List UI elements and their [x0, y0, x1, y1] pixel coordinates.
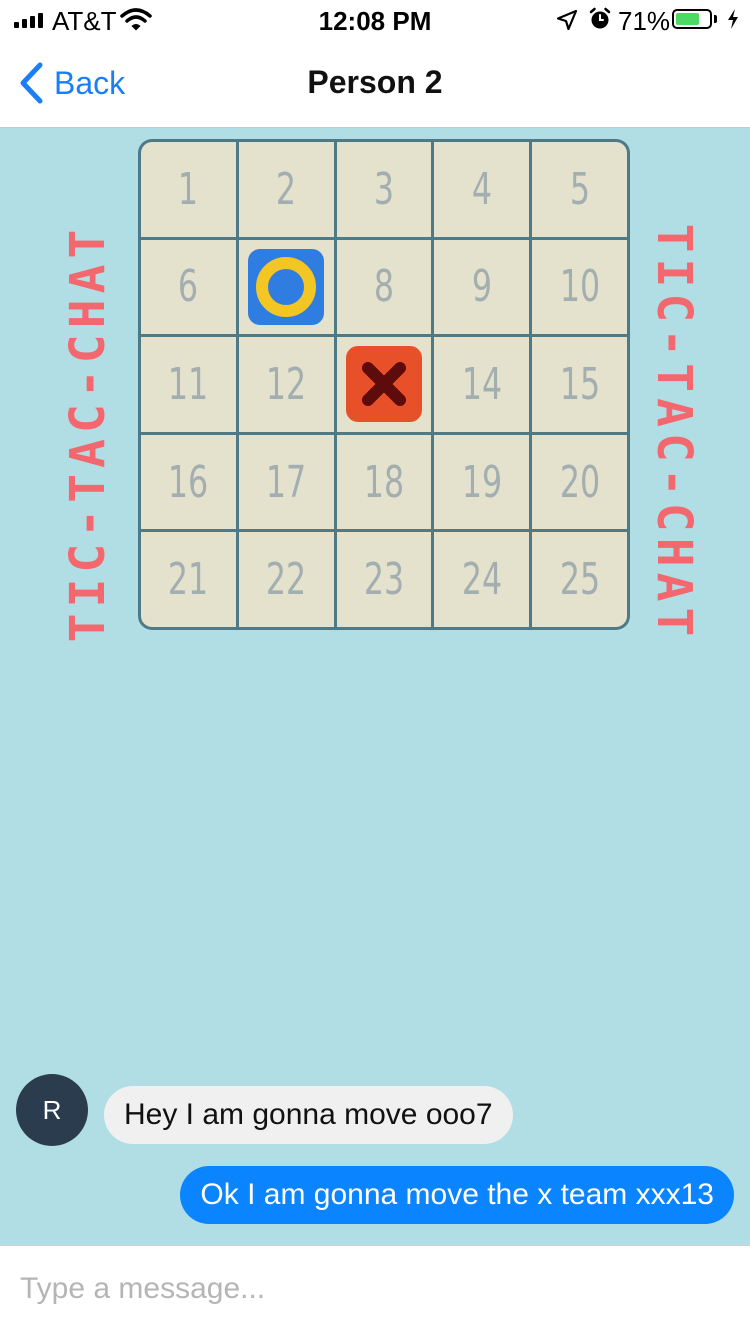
battery-cap: [714, 15, 717, 23]
board-cell-number: 3: [373, 163, 395, 215]
location-arrow-icon: [556, 9, 578, 31]
board-cell-number: 4: [471, 163, 492, 215]
chat-area[interactable]: TIC-TAC-CHAT TIC-TAC-CHAT 1 2 3 4 5 6 8 9 10 11 12…: [0, 128, 750, 1245]
x-piece-icon: [345, 346, 422, 423]
board-cell-23[interactable]: 23: [336, 532, 432, 627]
game-logo-right: TIC-TAC-CHAT: [646, 223, 702, 643]
board-cell-15[interactable]: 15: [532, 337, 627, 432]
board-cell-10[interactable]: 10: [532, 239, 627, 335]
board-cell-number: 1: [178, 163, 199, 215]
outgoing-message-bubble[interactable]: Ok I am gonna move the x team xxx13: [180, 1166, 734, 1224]
outgoing-message-text: Ok I am gonna move the x team xxx13: [200, 1178, 714, 1211]
board-cell-12[interactable]: 12: [238, 337, 334, 432]
board-cell-13[interactable]: [336, 337, 432, 432]
board-cell-number: 11: [168, 358, 209, 410]
board-cell-number: 21: [168, 554, 209, 606]
board-cell-14[interactable]: 14: [434, 337, 530, 432]
incoming-message-bubble[interactable]: Hey I am gonna move ooo7: [104, 1086, 513, 1144]
board-cell-7[interactable]: [238, 239, 334, 335]
board-cell-1[interactable]: 1: [141, 142, 236, 237]
message-input[interactable]: [20, 1266, 720, 1312]
avatar-initial: R: [42, 1094, 62, 1125]
battery-percent: 71%: [618, 6, 671, 36]
board-cell-number: 2: [276, 163, 297, 215]
navigation-bar: Back Person 2: [0, 40, 750, 128]
board-cell-25[interactable]: 25: [532, 532, 627, 627]
message-composer: [0, 1245, 750, 1335]
battery-level: [676, 13, 699, 25]
alarm-icon: [589, 7, 611, 29]
board-cell-11[interactable]: 11: [141, 337, 236, 432]
o-piece-icon: [248, 248, 325, 325]
avatar[interactable]: R: [16, 1074, 88, 1146]
board-cell-number: 9: [471, 261, 492, 313]
board-cell-19[interactable]: 19: [434, 434, 530, 530]
board-cell-4[interactable]: 4: [434, 142, 530, 237]
board-cell-20[interactable]: 20: [532, 434, 627, 530]
board-cell-21[interactable]: 21: [141, 532, 236, 627]
game-logo-left: TIC-TAC-CHAT: [60, 223, 116, 643]
board-cell-number: 5: [569, 163, 590, 215]
incoming-message-text: Hey I am gonna move ooo7: [124, 1098, 493, 1131]
board-cell-number: 16: [168, 456, 209, 508]
board-cell-number: 17: [266, 456, 307, 508]
battery-icon: [672, 9, 712, 29]
tic-tac-toe-board: 1 2 3 4 5 6 8 9 10 11 12 14 15 16 17 18 19 20 21 22 23 24 25: [138, 139, 630, 630]
status-bar: AT&T 12:08 PM 71%: [0, 0, 750, 40]
board-cell-number: 24: [461, 554, 502, 606]
board-cell-24[interactable]: 24: [434, 532, 530, 627]
conversation-title: Person 2: [307, 64, 443, 100]
board-cell-8[interactable]: 8: [336, 239, 432, 335]
board-cell-18[interactable]: 18: [336, 434, 432, 530]
board-cell-number: 10: [559, 261, 600, 313]
board-cell-6[interactable]: 6: [141, 239, 236, 335]
board-cell-5[interactable]: 5: [532, 142, 627, 237]
board-cell-number: 25: [559, 554, 600, 606]
board-cell-number: 23: [363, 554, 405, 606]
board-cell-number: 15: [559, 358, 600, 410]
board-cell-number: 14: [461, 358, 502, 410]
board-cell-2[interactable]: 2: [238, 142, 334, 237]
board-cell-17[interactable]: 17: [238, 434, 334, 530]
board-cell-16[interactable]: 16: [141, 434, 236, 530]
board-cell-number: 19: [461, 456, 502, 508]
board-cell-9[interactable]: 9: [434, 239, 530, 335]
board-cell-number: 6: [178, 261, 199, 313]
board-cell-number: 22: [266, 554, 307, 606]
charging-bolt-icon: [728, 9, 738, 29]
board-cell-number: 12: [266, 358, 307, 410]
board-cell-number: 8: [373, 261, 395, 313]
board-cell-22[interactable]: 22: [238, 532, 334, 627]
board-cell-number: 20: [559, 456, 600, 508]
board-cell-3[interactable]: 3: [336, 142, 432, 237]
board-cell-number: 18: [363, 456, 405, 508]
